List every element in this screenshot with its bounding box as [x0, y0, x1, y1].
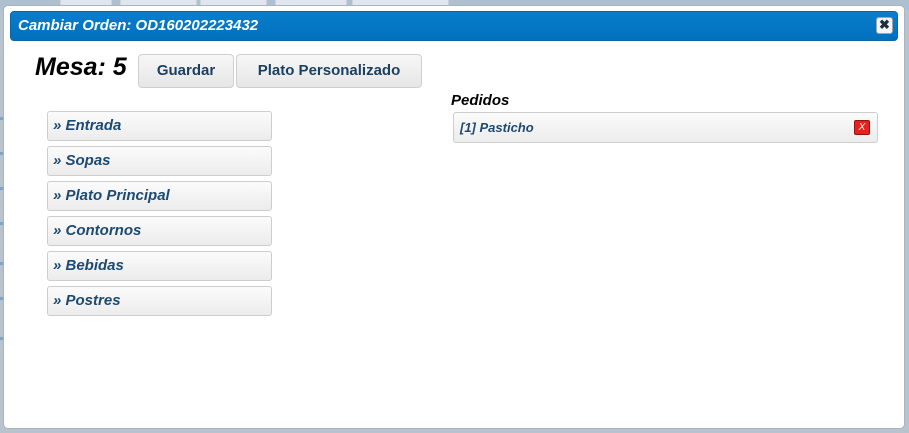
- plato-personalizado-button[interactable]: Plato Personalizado: [236, 54, 422, 88]
- change-order-dialog: Cambiar Orden: OD160202223432 ✖ Mesa: 5 …: [3, 5, 905, 429]
- table-number-label: Mesa: 5: [35, 53, 127, 81]
- close-icon[interactable]: ✖: [876, 17, 893, 34]
- pedidos-heading: Pedidos: [451, 92, 510, 109]
- category-entrada[interactable]: » Entrada: [47, 111, 272, 141]
- dialog-titlebar[interactable]: Cambiar Orden: OD160202223432 ✖: [10, 11, 898, 41]
- category-contornos[interactable]: » Contornos: [47, 216, 272, 246]
- category-sopas[interactable]: » Sopas: [47, 146, 272, 176]
- dialog-title: Cambiar Orden: OD160202223432: [18, 17, 259, 34]
- guardar-button[interactable]: Guardar: [138, 54, 234, 88]
- category-plato-principal[interactable]: » Plato Principal: [47, 181, 272, 211]
- order-item[interactable]: [1] Pasticho X: [453, 112, 878, 143]
- remove-item-button[interactable]: X: [854, 120, 870, 135]
- order-item-label: [1] Pasticho: [460, 120, 534, 135]
- category-bebidas[interactable]: » Bebidas: [47, 251, 272, 281]
- category-postres[interactable]: » Postres: [47, 286, 272, 316]
